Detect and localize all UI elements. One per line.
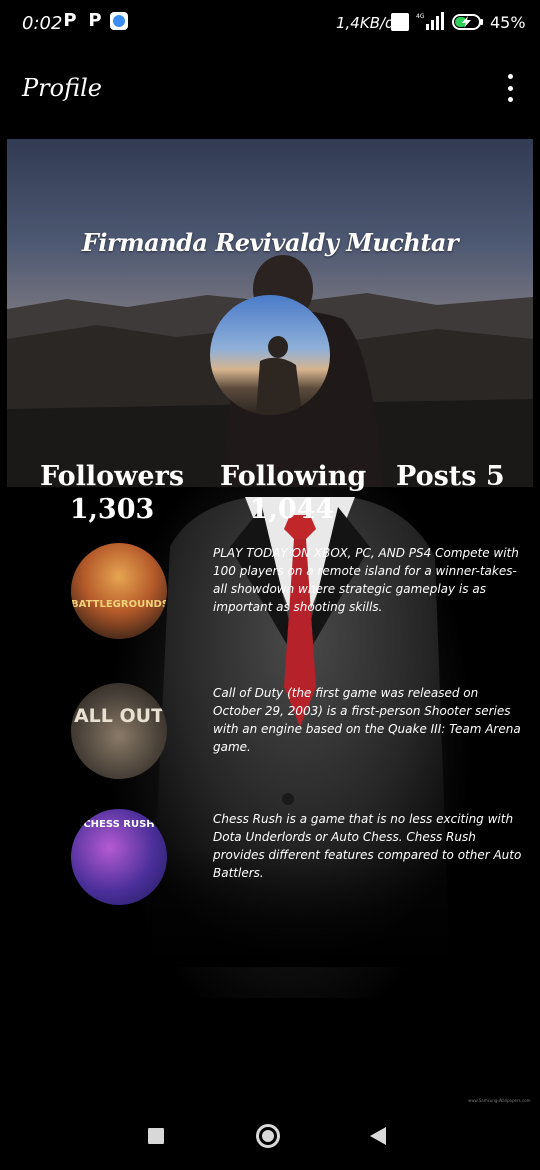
- status-time: 0:02: [22, 13, 63, 34]
- thumbnail-caption: CHESS RUSH: [83, 819, 155, 830]
- following-count: 1,044: [249, 494, 335, 525]
- post-thumbnail[interactable]: CHESS RUSH: [71, 809, 167, 905]
- post-thumbnail[interactable]: ALL OUT: [71, 683, 167, 779]
- post-description: PLAY TODAY ON XBOX, PC, AND PS4 Compete …: [213, 546, 519, 614]
- watermark: www.Samsung-Wallpapers.com: [468, 1098, 531, 1103]
- recent-apps-icon[interactable]: [148, 1128, 164, 1144]
- navigation-bar: [0, 1110, 540, 1170]
- post-description: Chess Rush is a game that is no less exc…: [213, 812, 522, 880]
- following-stat[interactable]: Following 1,044: [220, 460, 367, 526]
- notification-app-icon: P: [63, 10, 77, 31]
- followers-label: Followers: [39, 461, 185, 492]
- battery-percent: 45%: [490, 13, 526, 32]
- thumbnail-caption: ALL OUT: [73, 705, 165, 727]
- more-vert-icon[interactable]: [498, 74, 522, 102]
- network-type-label: 4G: [416, 13, 425, 20]
- status-bar: 0:02 P P 1,4KB/d 4G 45%: [0, 0, 540, 44]
- posts-label: Posts 5: [396, 461, 505, 492]
- profile-name: Firmanda Revivaldy Muchtar: [81, 228, 459, 257]
- avatar[interactable]: [210, 295, 330, 415]
- thumbnail-caption: BATTLEGROUNDS: [71, 599, 167, 610]
- posts-stat[interactable]: Posts 5: [396, 460, 505, 493]
- back-icon[interactable]: [370, 1127, 386, 1145]
- app-bar: Profile: [0, 60, 540, 120]
- signal-icon: 4G: [416, 12, 444, 30]
- battery-charging-icon: [452, 14, 483, 30]
- notification-app-icon: [110, 12, 128, 30]
- notification-app-icon: P: [88, 10, 102, 31]
- post-description: Call of Duty (the first game was release…: [213, 686, 521, 754]
- avatar-image: [256, 336, 302, 415]
- followers-count: 1,303: [69, 494, 155, 525]
- post-thumbnail[interactable]: BATTLEGROUNDS: [71, 543, 167, 639]
- volte-icon: [391, 13, 409, 31]
- followers-stat[interactable]: Followers 1,303: [38, 460, 186, 526]
- following-label: Following: [220, 461, 367, 492]
- page-title: Profile: [22, 74, 102, 102]
- network-speed: 1,4KB/d: [336, 14, 395, 32]
- home-icon[interactable]: [256, 1124, 280, 1148]
